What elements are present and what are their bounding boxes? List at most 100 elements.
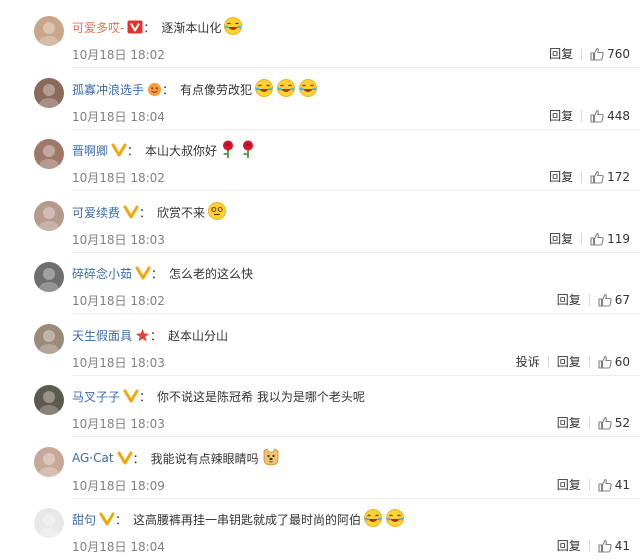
action-divider	[588, 355, 590, 368]
like-count: 172	[607, 169, 630, 184]
thumbs-up-icon	[590, 109, 604, 123]
comment-time: 10月18日 18:04	[72, 110, 165, 124]
avatar[interactable]	[34, 447, 64, 477]
action-divider	[588, 539, 590, 552]
laugh-cry-emoji	[364, 508, 382, 527]
reply-link[interactable]: 回复	[557, 291, 581, 308]
avatar[interactable]	[34, 324, 64, 354]
thumbs-up-icon	[590, 47, 604, 61]
avatar[interactable]	[34, 385, 64, 415]
colon: ：	[115, 512, 128, 527]
like-count: 41	[614, 538, 630, 553]
avatar[interactable]	[34, 508, 64, 538]
colon: ：	[132, 451, 145, 466]
reply-link[interactable]: 回复	[557, 537, 581, 554]
emoji-group	[252, 78, 318, 101]
avatar[interactable]	[34, 201, 64, 231]
action-divider	[581, 47, 583, 60]
avatar[interactable]	[34, 139, 64, 169]
comment-text: 我能说有点辣眼睛吗	[150, 451, 259, 466]
like-button[interactable]: 448	[590, 109, 630, 123]
comment-time: 10月18日 18:04	[72, 540, 165, 554]
verified-v-icon	[99, 512, 115, 526]
member-face-icon	[148, 82, 162, 96]
thumbs-up-icon	[598, 416, 612, 430]
comment-time: 10月18日 18:03	[72, 356, 165, 370]
action-divider	[547, 355, 549, 368]
like-button[interactable]: 41	[598, 478, 630, 492]
laugh-cry-emoji	[255, 78, 273, 97]
colon: ：	[139, 389, 152, 404]
badge-icon	[117, 451, 133, 465]
like-count: 52	[614, 415, 630, 430]
like-button[interactable]: 60	[598, 355, 630, 369]
reply-link[interactable]: 回复	[549, 168, 573, 185]
like-button[interactable]: 760	[590, 47, 630, 61]
like-button[interactable]: 52	[598, 416, 630, 430]
comment-time: 10月18日 18:02	[72, 171, 165, 185]
comment-time: 10月18日 18:02	[72, 294, 165, 308]
reply-link[interactable]: 回复	[557, 353, 581, 370]
username-link[interactable]: 天生假面具	[72, 327, 132, 344]
report-link[interactable]: 投诉	[516, 353, 540, 370]
comment-item: 可爱多哎- ： 逐渐本山化 10月18日 18:02 回复 760	[0, 6, 640, 68]
colon: ：	[162, 82, 175, 97]
badge-icon	[127, 20, 143, 34]
badge-icon	[123, 205, 139, 219]
action-divider	[581, 232, 583, 245]
comment-item: AG·Cat ： 我能说有点辣眼睛吗 10月18日 18:09 回复 41	[0, 437, 640, 499]
comment-item: 孤寡冲浪选手 ： 有点像劳改犯 10月18日 18:04 回复 448	[0, 68, 640, 130]
verified-v-icon	[117, 451, 133, 465]
verified-v-icon	[111, 143, 127, 157]
comment-item: 天生假面具 ： 赵本山分山 10月18日 18:03 投诉 回复 60	[0, 314, 640, 376]
like-button[interactable]: 119	[590, 232, 630, 246]
like-count: 760	[607, 46, 630, 61]
comment-time: 10月18日 18:03	[72, 233, 165, 247]
thumbs-up-icon	[590, 232, 604, 246]
emoji-group	[259, 447, 281, 470]
emoji-group	[217, 139, 257, 162]
vip-badge-icon	[127, 20, 143, 34]
username-link[interactable]: 碎碎念小茹	[72, 265, 132, 282]
reply-link[interactable]: 回复	[549, 107, 573, 124]
reply-link[interactable]: 回复	[557, 414, 581, 431]
comment-actions: 投诉 回复 60	[516, 353, 630, 370]
like-count: 67	[614, 292, 630, 307]
reply-link[interactable]: 回复	[549, 45, 573, 62]
laugh-cry-emoji	[386, 508, 404, 527]
username-link[interactable]: 晋啊卿	[72, 142, 108, 159]
username-link[interactable]: AG·Cat	[72, 451, 114, 465]
like-button[interactable]: 172	[590, 170, 630, 184]
avatar[interactable]	[34, 78, 64, 108]
comment-text: 欣赏不来	[157, 205, 206, 220]
comment-text: 赵本山分山	[168, 328, 229, 343]
comment-actions: 回复 67	[557, 291, 630, 308]
like-button[interactable]: 67	[598, 293, 630, 307]
thumbs-up-icon	[598, 293, 612, 307]
username-link[interactable]: 可爱续费	[72, 204, 120, 221]
comment-actions: 回复 52	[557, 414, 630, 431]
reply-link[interactable]: 回复	[549, 230, 573, 247]
username-link[interactable]: 马叉子子	[72, 388, 120, 405]
badge-icon	[147, 82, 162, 97]
username-link[interactable]: 孤寡冲浪选手	[72, 81, 144, 98]
dizzy-face-emoji	[208, 201, 226, 220]
laugh-cry-emoji	[277, 78, 295, 97]
like-button[interactable]: 41	[598, 539, 630, 553]
comment-actions: 回复 448	[549, 107, 630, 124]
username-link[interactable]: 甜句	[72, 511, 96, 528]
verified-v-icon	[135, 266, 151, 280]
laugh-cry-emoji	[299, 78, 317, 97]
badge-icon	[99, 512, 115, 526]
username-link[interactable]: 可爱多哎-	[72, 19, 124, 36]
colon: ：	[127, 143, 140, 158]
comment-actions: 回复 119	[549, 230, 630, 247]
comment-item: 甜句 ： 这高腰裤再挂一串钥匙就成了最时尚的阿伯 10月18日 18:04 回复…	[0, 498, 640, 560]
avatar[interactable]	[34, 16, 64, 46]
avatar[interactable]	[34, 262, 64, 292]
action-divider	[581, 170, 583, 183]
doge-emoji	[263, 447, 278, 465]
thumbs-up-icon	[598, 478, 612, 492]
reply-link[interactable]: 回复	[557, 476, 581, 493]
badge-icon	[135, 266, 151, 280]
